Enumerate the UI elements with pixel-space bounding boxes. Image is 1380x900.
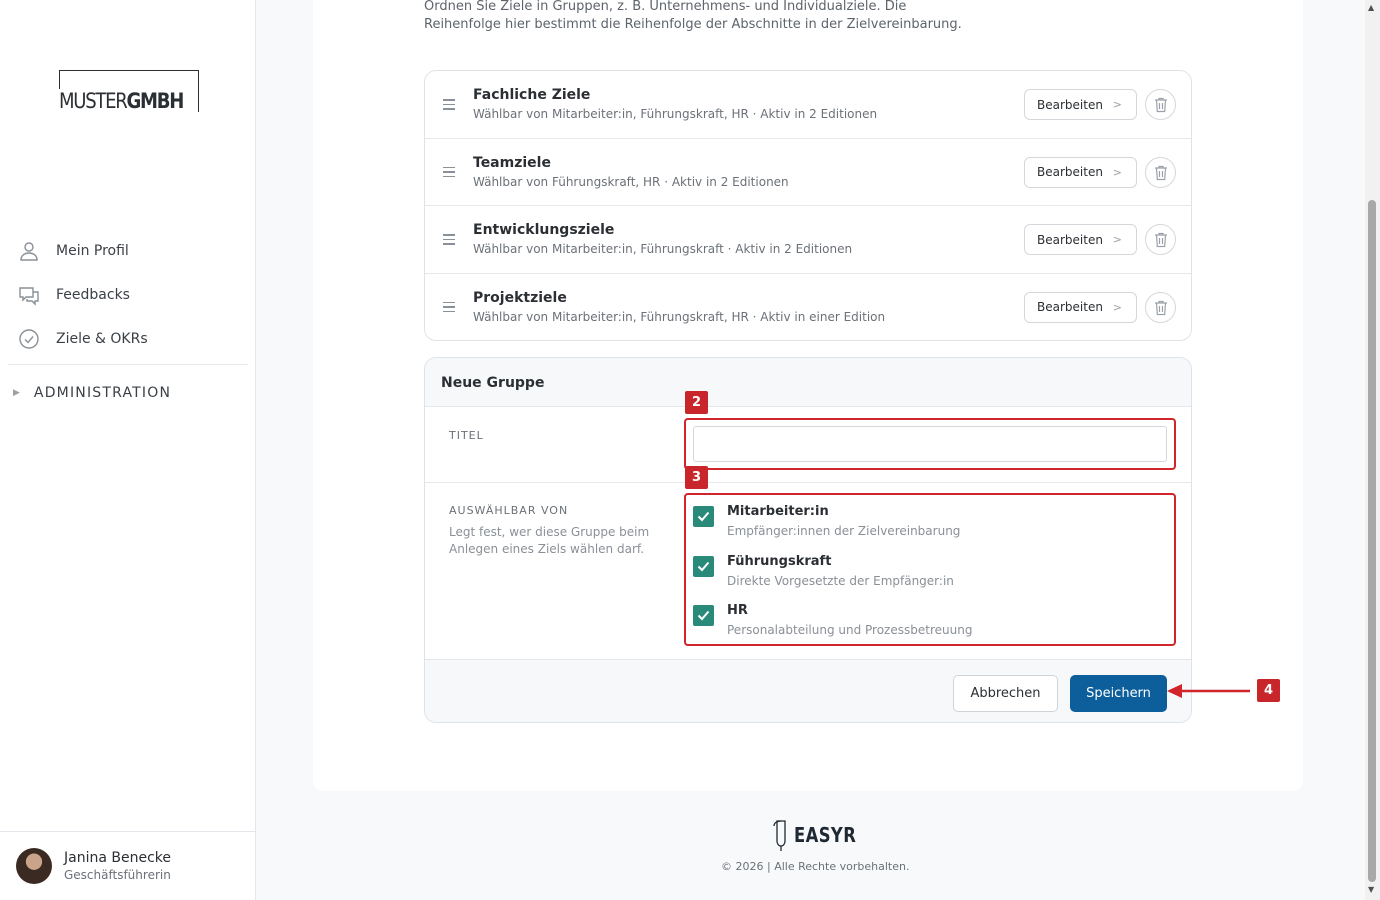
delete-button[interactable] bbox=[1145, 156, 1176, 188]
copyright: © 2026 | Alle Rechte vorbehalten. bbox=[721, 860, 910, 873]
drag-handle-icon[interactable] bbox=[443, 234, 455, 248]
step-badge-2: 2 bbox=[685, 391, 708, 414]
logo-part-1: MUSTER bbox=[59, 89, 128, 113]
brand-logo-icon bbox=[773, 820, 786, 851]
chevron-right-icon: > bbox=[1112, 165, 1122, 179]
edit-button[interactable]: Bearbeiten > bbox=[1024, 224, 1137, 255]
group-row: Entwicklungsziele Wählbar von Mitarbeite… bbox=[425, 206, 1191, 274]
user-icon bbox=[18, 240, 40, 262]
group-subtitle: Wählbar von Mitarbeiter:in, Führungskraf… bbox=[473, 309, 886, 324]
edit-label: Bearbeiten bbox=[1037, 300, 1103, 314]
selectable-description: Legt fest, wer diese Gruppe beim Anlegen… bbox=[449, 525, 650, 556]
company-logo[interactable]: MUSTERGMBH bbox=[59, 70, 199, 113]
delete-button[interactable] bbox=[1145, 224, 1176, 255]
main-nav: Mein Profil Feedbacks Ziele & OKRs ▶ ADM… bbox=[0, 229, 248, 421]
chevron-right-icon: > bbox=[1112, 98, 1122, 111]
edit-button[interactable]: Bearbeiten > bbox=[1024, 89, 1137, 120]
nav-label: Feedbacks bbox=[56, 287, 130, 303]
delete-button[interactable] bbox=[1145, 291, 1176, 323]
sidebar: MUSTERGMBH Mein Profil Feedbacks Ziele &… bbox=[0, 0, 256, 900]
form-heading: Neue Gruppe bbox=[425, 358, 1191, 407]
nav-label: Ziele & OKRs bbox=[56, 331, 148, 347]
intro-text: Ordnen Sie Ziele in Gruppen, z. B. Unter… bbox=[424, 0, 962, 32]
drag-handle-icon[interactable] bbox=[443, 99, 455, 113]
group-row: Teamziele Wählbar von Führungskraft, HR … bbox=[425, 139, 1191, 206]
edit-button[interactable]: Bearbeiten > bbox=[1024, 291, 1137, 323]
group-row: Fachliche Ziele Wählbar von Mitarbeiter:… bbox=[425, 71, 1191, 139]
form-footer: Abbrechen Speichern bbox=[425, 659, 1191, 722]
highlight-checkboxes bbox=[684, 493, 1176, 646]
user-role: Geschäftsführerin bbox=[64, 868, 171, 882]
chat-icon bbox=[18, 284, 40, 306]
scroll-up-arrow-icon[interactable]: ▲ bbox=[1368, 3, 1374, 12]
nav-label: Mein Profil bbox=[56, 243, 129, 259]
trash-icon bbox=[1155, 232, 1167, 248]
logo-part-2: GMBH bbox=[126, 89, 185, 113]
chevron-right-icon: > bbox=[1112, 300, 1122, 314]
save-button[interactable]: Speichern bbox=[1070, 675, 1167, 712]
step-badge-4: 4 bbox=[1257, 679, 1280, 702]
drag-handle-icon[interactable] bbox=[443, 166, 455, 181]
group-list: Fachliche Ziele Wählbar von Mitarbeiter:… bbox=[424, 70, 1192, 341]
group-title: Fachliche Ziele bbox=[473, 87, 591, 103]
group-title: Entwicklungsziele bbox=[473, 222, 615, 238]
footer-brand: EASYR bbox=[772, 817, 870, 853]
arrow-left-icon bbox=[1167, 684, 1250, 698]
user-profile[interactable]: Janina Benecke Geschäftsführerin bbox=[0, 831, 256, 900]
nav-item-administration[interactable]: ▶ ADMINISTRATION bbox=[0, 365, 248, 421]
chevron-right-icon: > bbox=[1112, 233, 1122, 246]
admin-label: ADMINISTRATION bbox=[33, 385, 172, 401]
nav-item-mein-profil[interactable]: Mein Profil bbox=[0, 229, 248, 273]
user-name: Janina Benecke bbox=[64, 850, 171, 866]
edit-label: Bearbeiten bbox=[1037, 232, 1103, 247]
group-title: Projektziele bbox=[473, 289, 567, 306]
scroll-down-arrow-icon[interactable]: ▼ bbox=[1368, 885, 1374, 894]
nav-item-feedbacks[interactable]: Feedbacks bbox=[0, 273, 248, 317]
group-subtitle: Wählbar von Mitarbeiter:in, Führungskraf… bbox=[473, 107, 878, 121]
trash-icon bbox=[1155, 300, 1167, 315]
cancel-button[interactable]: Abbrechen bbox=[953, 675, 1058, 712]
drag-handle-icon[interactable] bbox=[443, 301, 455, 316]
edit-button[interactable]: Bearbeiten > bbox=[1024, 156, 1137, 188]
step-badge-3: 3 bbox=[685, 466, 708, 489]
edit-label: Bearbeiten bbox=[1037, 165, 1103, 179]
highlight-title-input bbox=[684, 418, 1176, 470]
group-subtitle: Wählbar von Mitarbeiter:in, Führungskraf… bbox=[473, 242, 853, 256]
brand-name: EASYR bbox=[794, 823, 857, 847]
trash-icon bbox=[1155, 165, 1167, 180]
group-subtitle: Wählbar von Führungskraft, HR · Aktiv in… bbox=[473, 174, 789, 189]
group-title: Teamziele bbox=[473, 154, 551, 171]
scrollbar-thumb[interactable] bbox=[1368, 200, 1376, 882]
caret-right-icon: ▶ bbox=[13, 388, 20, 398]
group-row: Projektziele Wählbar von Mitarbeiter:in,… bbox=[425, 274, 1191, 342]
nav-item-ziele-okrs[interactable]: Ziele & OKRs bbox=[0, 317, 248, 361]
section-divider bbox=[425, 482, 1191, 483]
check-circle-icon bbox=[18, 328, 40, 350]
selectable-label: AUSWÄHLBAR VON bbox=[449, 504, 569, 517]
avatar bbox=[16, 848, 52, 884]
title-label: TITEL bbox=[449, 429, 484, 442]
edit-label: Bearbeiten bbox=[1037, 97, 1103, 112]
delete-button[interactable] bbox=[1145, 89, 1176, 120]
trash-icon bbox=[1155, 97, 1167, 113]
